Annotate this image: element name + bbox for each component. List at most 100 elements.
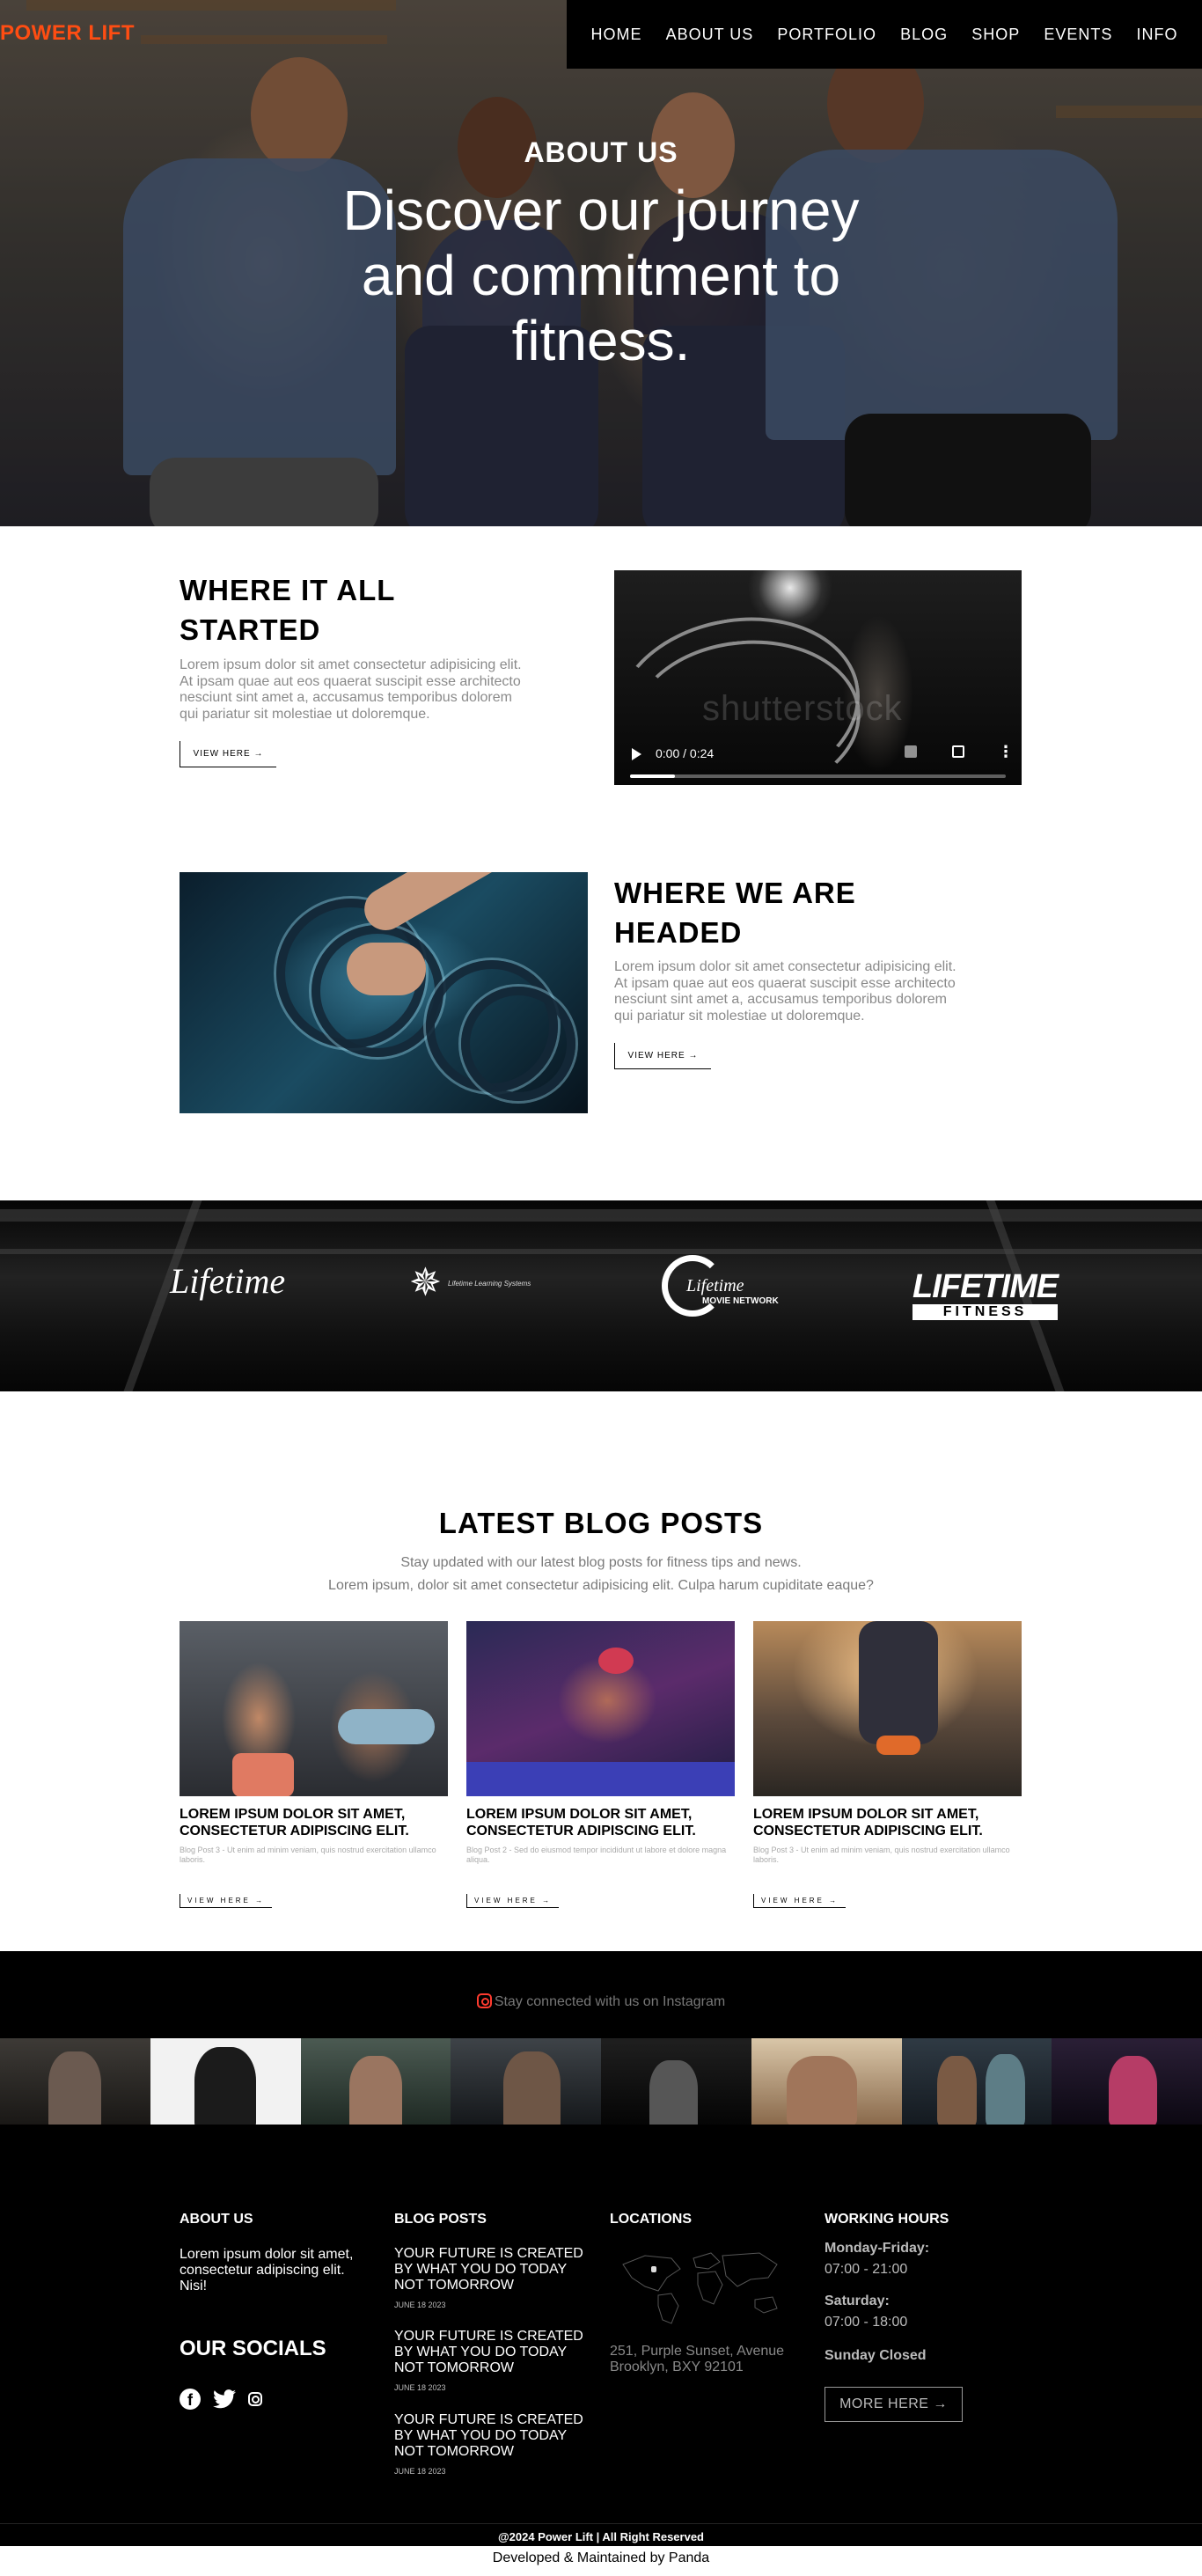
headed-view-button[interactable]: VIEW HERE → <box>614 1043 711 1069</box>
footer-post[interactable]: YOUR FUTURE IS CREATED BY WHAT YOU DO TO… <box>394 2329 597 2392</box>
hand <box>347 943 426 995</box>
instagram-label-text: Stay connected with us on Instagram <box>494 1994 726 2009</box>
blog-image[interactable] <box>753 1621 1022 1796</box>
fullscreen-icon[interactable] <box>952 745 964 758</box>
video-controls: 0:00 / 0:24 ⋮ <box>614 732 1022 785</box>
instagram-icon[interactable] <box>248 2392 262 2406</box>
twitter-icon[interactable] <box>213 2389 236 2409</box>
more-options-icon[interactable]: ⋮ <box>998 744 1014 760</box>
headed-title: WHERE WE ARE HEADED <box>614 873 856 952</box>
footer-post-date: JUNE 18 2023 <box>394 2383 446 2392</box>
footer-post-title[interactable]: YOUR FUTURE IS CREATED BY WHAT YOU DO TO… <box>394 2412 597 2460</box>
nav-about-us[interactable]: ABOUT US <box>666 26 754 44</box>
blog-card-excerpt: Blog Post 3 - Ut enim ad minim veniam, q… <box>753 1846 1010 1864</box>
footer-post-title[interactable]: YOUR FUTURE IS CREATED BY WHAT YOU DO TO… <box>394 2246 597 2293</box>
partner-logo-learning-systems[interactable]: ✵ Lifetime Learning Systems <box>409 1264 532 1317</box>
footer-post[interactable]: YOUR FUTURE IS CREATED BY WHAT YOU DO TO… <box>394 2246 597 2309</box>
instagram-tile[interactable] <box>451 2038 601 2125</box>
weekday-label: Monday-Friday: <box>825 2241 930 2256</box>
footer-locations: LOCATIONS <box>610 2212 692 2227</box>
footer-post-date: JUNE 18 2023 <box>394 2467 446 2476</box>
blog-card: LOREM IPSUM DOLOR SIT AMET, CONSECTETUR … <box>466 1621 735 1908</box>
started-view-button[interactable]: VIEW HERE → <box>180 741 276 767</box>
blog-card: LOREM IPSUM DOLOR SIT AMET, CONSECTETUR … <box>753 1621 1022 1908</box>
hero-text: ABOUT US Discover our journey and commit… <box>0 136 1202 373</box>
saturday-label: Saturday: <box>825 2293 890 2308</box>
blog-card-button[interactable]: VIEW HERE → <box>180 1894 273 1908</box>
network-main: Lifetime <box>686 1276 744 1295</box>
footer-about-text: Lorem ipsum dolor sit amet, consectetur … <box>180 2247 354 2293</box>
nav-info[interactable]: INFO <box>1136 26 1177 44</box>
arm <box>356 872 531 938</box>
dumbbell-image <box>180 872 588 1113</box>
world-map[interactable] <box>610 2242 786 2330</box>
blog-image[interactable] <box>180 1621 448 1796</box>
instagram-tile[interactable] <box>751 2038 902 2125</box>
video-progress-bar[interactable] <box>630 774 1006 778</box>
facebook-icon[interactable]: f <box>180 2389 201 2410</box>
footer-blog-heading: BLOG POSTS <box>394 2212 487 2227</box>
started-title: WHERE IT ALL STARTED <box>180 570 395 650</box>
instagram-tile[interactable] <box>0 2038 150 2125</box>
instagram-tile[interactable] <box>150 2038 301 2125</box>
partner-logo-movie-network[interactable]: Lifetime MOVIE NETWORK <box>662 1255 794 1334</box>
ltf-main: LIFETIME <box>912 1268 1059 1305</box>
sunday-hours: Sunday Closed <box>825 2348 927 2363</box>
athlete <box>503 2051 561 2125</box>
footer-address: 251, Purple Sunset, Avenue Brooklyn, BXY… <box>610 2344 785 2374</box>
volume-icon[interactable] <box>905 745 917 758</box>
blog-card-title[interactable]: LOREM IPSUM DOLOR SIT AMET, CONSECTETUR … <box>753 1806 1022 1839</box>
footer <box>0 2127 1202 2523</box>
play-icon[interactable] <box>632 748 641 760</box>
instagram-tile[interactable] <box>601 2038 751 2125</box>
blog-card-title[interactable]: LOREM IPSUM DOLOR SIT AMET, CONSECTETUR … <box>180 1806 448 1839</box>
blog-subtitle: Stay updated with our latest blog posts … <box>400 1555 802 1570</box>
footer-about-heading: ABOUT US <box>180 2212 253 2227</box>
started-text: Lorem ipsum dolor sit amet consectetur a… <box>180 657 522 722</box>
nav-events[interactable]: EVENTS <box>1044 26 1112 44</box>
copyright-text: @2024 Power Lift | All Right Reserved <box>497 2530 704 2543</box>
started-title-line2: STARTED <box>180 613 321 646</box>
nav-blog[interactable]: BLOG <box>900 26 948 44</box>
blog-card-button[interactable]: VIEW HERE → <box>466 1894 560 1908</box>
more-here-button[interactable]: MORE HERE → <box>825 2387 963 2422</box>
athlete <box>649 2060 698 2125</box>
instagram-tile[interactable] <box>901 2038 1052 2125</box>
athlete <box>48 2051 101 2125</box>
towel <box>338 1709 435 1744</box>
yoga-mat <box>466 1762 735 1796</box>
footer-hours: WORKING HOURS Monday-Friday: 07:00 - 21:… <box>825 2212 949 2364</box>
nav-home[interactable]: HOME <box>591 26 642 44</box>
runner-legs <box>859 1621 938 1744</box>
footer-hours-heading: WORKING HOURS <box>825 2212 949 2227</box>
dumbbell-plate <box>461 987 575 1101</box>
athlete <box>348 2056 402 2125</box>
footer-post[interactable]: YOUR FUTURE IS CREATED BY WHAT YOU DO TO… <box>394 2412 597 2476</box>
blog-image[interactable] <box>466 1621 735 1796</box>
nav-portfolio[interactable]: PORTFOLIO <box>777 26 876 44</box>
partner-logo-lifetime[interactable]: Lifetime <box>170 1260 285 1302</box>
partners-band: Lifetime ✵ Lifetime Learning Systems Lif… <box>0 1200 1202 1391</box>
footer-socials-heading: OUR SOCIALS <box>180 2337 326 2360</box>
blog-card-excerpt: Blog Post 3 - Ut enim ad minim veniam, q… <box>180 1846 436 1864</box>
instagram-tile[interactable] <box>1052 2038 1202 2125</box>
brand-logo[interactable]: POWER LIFT <box>0 21 135 46</box>
athlete <box>936 2056 977 2125</box>
footer-post-title[interactable]: YOUR FUTURE IS CREATED BY WHAT YOU DO TO… <box>394 2329 597 2376</box>
hero-title: Discover our journey and commitment to f… <box>342 179 860 372</box>
footer-locations-heading: LOCATIONS <box>610 2212 693 2227</box>
athlete <box>786 2056 857 2125</box>
nav-shop[interactable]: SHOP <box>971 26 1020 44</box>
blog-card-button[interactable]: VIEW HERE → <box>753 1894 847 1908</box>
blog-card-title[interactable]: LOREM IPSUM DOLOR SIT AMET, CONSECTETUR … <box>466 1806 735 1839</box>
headed-title-line2: HEADED <box>614 916 743 949</box>
video-player[interactable]: shutterstock 0:00 / 0:24 ⋮ <box>614 570 1022 785</box>
blog-heading: LATEST BLOG POSTS <box>438 1507 764 1539</box>
instagram-label[interactable]: Stay connected with us on Instagram <box>0 1993 1202 2010</box>
partner-logo-lifetime-fitness[interactable]: LIFETIME FITNESS <box>912 1268 1059 1320</box>
weekday-hours: 07:00 - 21:00 <box>825 2262 908 2277</box>
headed-title-line1: WHERE WE ARE <box>614 877 856 909</box>
footer-blog: BLOG POSTS <box>394 2212 487 2227</box>
instagram-tile[interactable] <box>300 2038 451 2125</box>
partner-caption: Lifetime Learning Systems <box>448 1280 531 1288</box>
